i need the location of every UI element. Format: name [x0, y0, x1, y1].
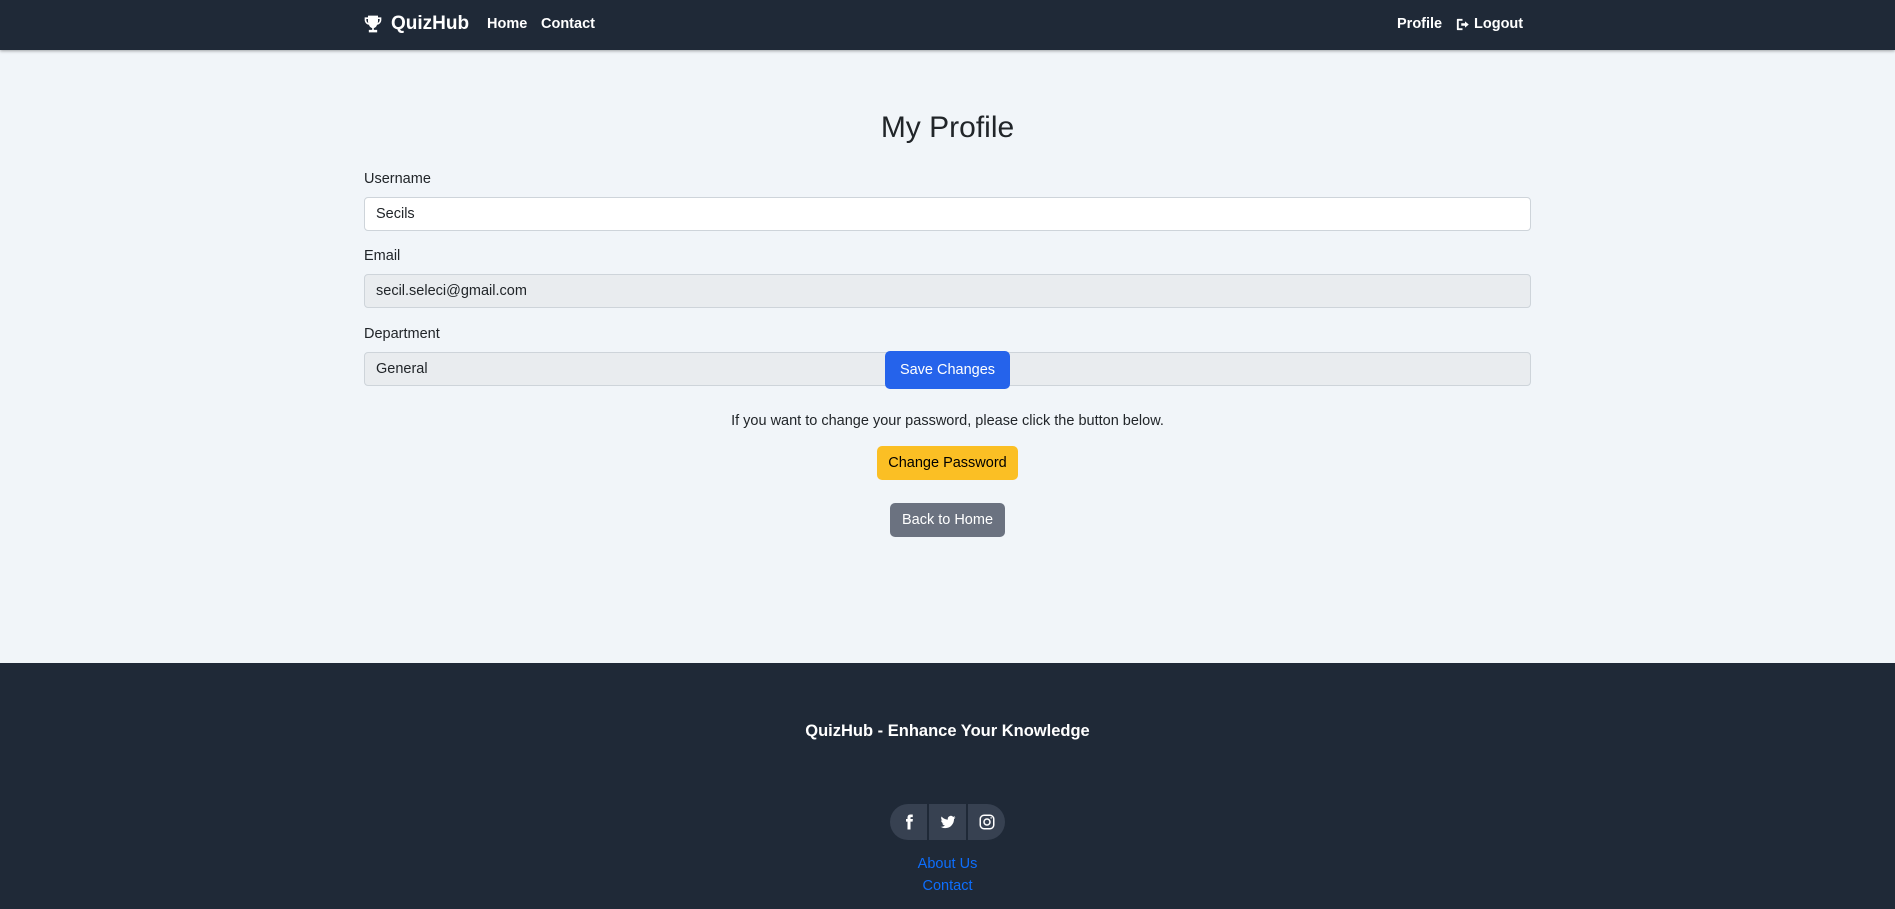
username-label: Username	[364, 171, 431, 187]
brand-link[interactable]: QuizHub	[363, 13, 469, 35]
social-links	[890, 804, 1005, 840]
page-footer: QuizHub - Enhance Your Knowledge About U…	[0, 663, 1895, 909]
logout-label: Logout	[1474, 16, 1524, 32]
top-navbar: QuizHub Home Contact Profile Logout	[0, 0, 1895, 50]
change-password-button[interactable]: Change Password	[877, 446, 1018, 480]
instagram-icon	[979, 814, 994, 830]
instagram-link[interactable]	[968, 804, 1005, 840]
nav-home-link[interactable]: Home	[487, 16, 527, 32]
twitter-icon	[940, 815, 955, 829]
username-field[interactable]	[364, 197, 1531, 231]
department-label: Department	[364, 326, 440, 342]
footer-title: QuizHub - Enhance Your Knowledge	[805, 722, 1090, 740]
footer-contact-row: Contact	[0, 878, 1895, 894]
sign-out-icon	[1456, 18, 1469, 30]
trophy-icon	[364, 15, 382, 33]
email-field[interactable]	[364, 274, 1531, 308]
facebook-link[interactable]	[890, 804, 927, 840]
back-to-home-button[interactable]: Back to Home	[890, 503, 1005, 537]
facebook-icon	[905, 814, 913, 830]
footer-about-row: About Us	[0, 856, 1895, 872]
save-changes-button[interactable]: Save Changes	[885, 351, 1010, 389]
email-label: Email	[364, 248, 401, 264]
brand-name: QuizHub	[391, 13, 470, 34]
nav-logout-link[interactable]: Logout	[1455, 16, 1523, 32]
twitter-link[interactable]	[929, 804, 966, 840]
nav-contact-link[interactable]: Contact	[541, 16, 595, 32]
footer-about-link[interactable]: About Us	[918, 856, 978, 872]
nav-profile-link[interactable]: Profile	[1397, 16, 1442, 32]
password-change-note: If you want to change your password, ple…	[731, 413, 1164, 429]
footer-contact-link[interactable]: Contact	[923, 878, 973, 894]
page-title: My Profile	[880, 111, 1015, 144]
